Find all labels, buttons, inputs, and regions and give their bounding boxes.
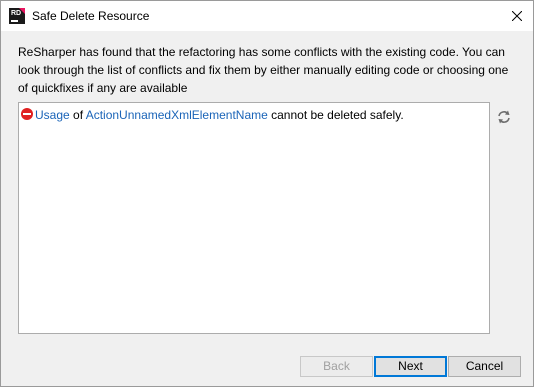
conflicts-list[interactable]: Usage of ActionUnnamedXmlElementName can… bbox=[18, 102, 490, 334]
close-icon bbox=[512, 11, 522, 21]
list-item[interactable]: Usage of ActionUnnamedXmlElementName can… bbox=[21, 107, 404, 123]
conflict-suffix-text: cannot be deleted safely. bbox=[267, 108, 404, 122]
element-name-link[interactable]: ActionUnnamedXmlElementName bbox=[86, 108, 268, 122]
conflict-connector-text: of bbox=[69, 108, 86, 122]
title-bar: RD Safe Delete Resource bbox=[1, 1, 533, 31]
window-title: Safe Delete Resource bbox=[32, 9, 150, 23]
usage-link[interactable]: Usage bbox=[35, 108, 70, 122]
safe-delete-dialog: RD Safe Delete Resource ReSharper has fo… bbox=[0, 0, 534, 387]
refresh-icon bbox=[498, 110, 510, 124]
back-button[interactable]: Back bbox=[300, 356, 373, 377]
cancel-button[interactable]: Cancel bbox=[448, 356, 521, 377]
error-icon bbox=[21, 108, 33, 120]
rider-app-icon: RD bbox=[9, 8, 25, 24]
close-button[interactable] bbox=[501, 1, 533, 31]
next-button[interactable]: Next bbox=[374, 356, 447, 377]
conflict-description: ReSharper has found that the refactoring… bbox=[18, 45, 509, 95]
refresh-button[interactable] bbox=[495, 108, 513, 126]
